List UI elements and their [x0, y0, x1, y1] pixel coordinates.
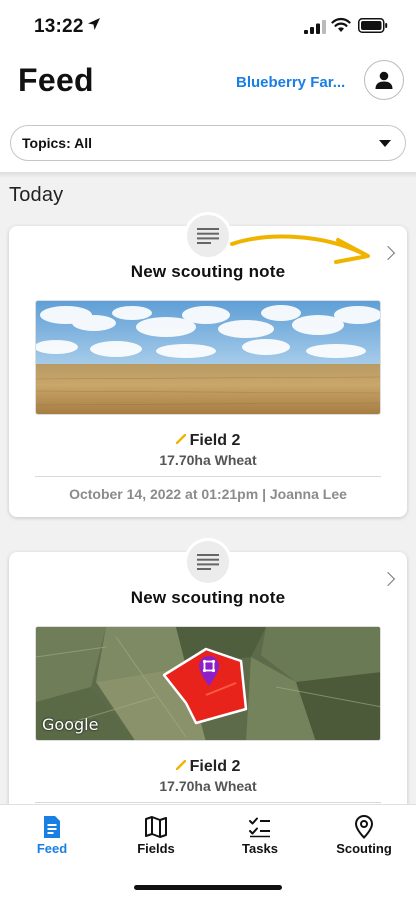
field-name: Field 2	[9, 432, 407, 450]
tab-feed-label: Feed	[36, 841, 68, 856]
field-name-text: Field 2	[189, 758, 241, 775]
tab-scouting[interactable]: Scouting	[312, 815, 416, 856]
field-area-crop: 17.70ha Wheat	[159, 778, 257, 794]
wheat-field-photo[interactable]	[35, 300, 381, 415]
field-name-text: Field 2	[189, 432, 241, 449]
note-badge	[184, 538, 232, 586]
section-heading-today: Today	[9, 184, 64, 206]
chevron-right-icon[interactable]	[380, 245, 396, 261]
divider	[35, 802, 381, 803]
tab-fields[interactable]: Fields	[104, 815, 208, 856]
checklist-icon	[249, 817, 270, 838]
field-marker-icon	[175, 760, 186, 770]
card-title: New scouting note	[130, 588, 286, 607]
wifi-icon	[331, 17, 351, 32]
divider	[35, 476, 381, 477]
field-marker-icon	[175, 434, 186, 444]
topics-filter-dropdown[interactable]: Topics: All	[10, 125, 406, 161]
map-icon	[145, 816, 167, 838]
battery-icon	[358, 18, 388, 33]
topics-filter-value: Topics: All	[22, 135, 92, 151]
header-shadow	[0, 172, 416, 178]
status-bar: 13:22	[0, 0, 416, 54]
satellite-map[interactable]: Google	[35, 626, 381, 741]
tab-feed[interactable]: Feed	[0, 815, 104, 856]
profile-button[interactable]	[364, 60, 404, 100]
card-footer-date-author: October 14, 2022 at 01:21pm | Joanna Lee	[69, 486, 347, 502]
annotation-arrow-icon	[230, 234, 370, 264]
tab-tasks[interactable]: Tasks	[208, 815, 312, 856]
tab-scouting-label: Scouting	[336, 841, 392, 856]
chevron-right-icon[interactable]	[380, 571, 396, 587]
location-pin-icon	[199, 656, 219, 686]
dropdown-caret-icon	[379, 139, 391, 147]
bottom-tab-bar: Feed Fields Tasks Scouting	[0, 804, 416, 900]
tab-fields-label: Fields	[137, 841, 175, 856]
note-lines-icon	[197, 228, 219, 244]
note-lines-icon	[197, 554, 219, 570]
farm-switcher[interactable]: Blueberry Far...	[236, 74, 358, 91]
map-brand-logo: Google	[42, 715, 99, 734]
status-time: 13:22	[34, 16, 84, 37]
user-icon	[375, 71, 393, 89]
location-pin-icon	[354, 815, 374, 839]
page-title: Feed	[18, 62, 94, 98]
document-icon	[44, 816, 60, 838]
tab-tasks-label: Tasks	[242, 841, 278, 856]
home-indicator	[134, 885, 282, 890]
note-badge	[184, 212, 232, 260]
field-name: Field 2	[9, 758, 407, 776]
field-area-crop: 17.70ha Wheat	[159, 452, 257, 468]
location-arrow-icon	[88, 18, 100, 30]
app-header: Feed Blueberry Far... Topics: All	[0, 54, 416, 172]
cellular-signal-icon	[304, 20, 326, 34]
